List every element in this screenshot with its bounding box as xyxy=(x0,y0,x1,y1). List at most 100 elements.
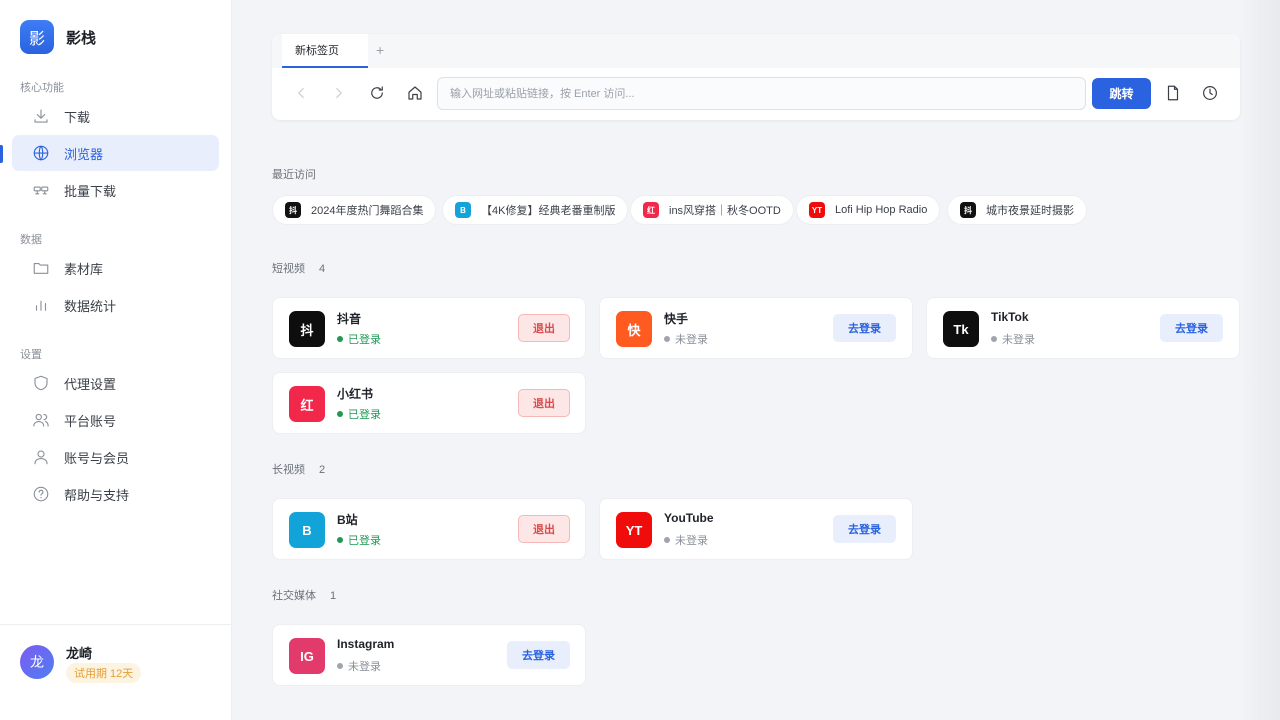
sidebar-item-proxy[interactable]: 代理设置 xyxy=(12,365,219,401)
download-icon xyxy=(34,109,48,123)
douyin-icon: 抖 xyxy=(960,202,976,218)
login-button[interactable]: 去登录 xyxy=(833,314,896,342)
sidebar-item-help[interactable]: 帮助与支持 xyxy=(12,476,219,512)
chevron-right-icon xyxy=(336,87,342,99)
sidebar-item-download[interactable]: 下载 xyxy=(12,98,219,134)
login-status-text: 未登录 xyxy=(348,661,381,673)
page-button[interactable] xyxy=(1162,82,1184,104)
brand[interactable]: 影 影栈 xyxy=(20,20,96,54)
active-indicator xyxy=(0,145,3,163)
recent-item[interactable]: 抖 2024年度热门舞蹈合集 xyxy=(272,195,437,225)
sidebar-item-label: 代理设置 xyxy=(64,376,117,392)
main-content: 新标签页 + 跳转 最近访问 抖 2024年度热门舞蹈合集 B 【4K修复】经典… xyxy=(232,0,1280,720)
group-title-short-video: 短视频 4 xyxy=(272,260,325,276)
tab-new-tab[interactable]: 新标签页 xyxy=(282,34,368,68)
logout-button[interactable]: 退出 xyxy=(518,389,570,417)
instagram-logo-icon: IG xyxy=(289,638,325,674)
url-input[interactable] xyxy=(437,77,1086,110)
folder-icon xyxy=(33,262,49,274)
go-button[interactable]: 跳转 xyxy=(1092,78,1151,109)
sidebar-item-batch-download[interactable]: 批量下载 xyxy=(12,172,219,208)
brand-logo: 影 xyxy=(20,20,54,54)
platform-card-bilibili: B B站 已登录 退出 xyxy=(272,498,586,560)
help-icon xyxy=(33,486,49,502)
platform-card-kuaishou: 快 快手 未登录 去登录 xyxy=(599,297,913,359)
bilibili-icon: B xyxy=(455,202,471,218)
avatar[interactable]: 龙 xyxy=(20,645,54,679)
logout-button[interactable]: 退出 xyxy=(518,515,570,543)
sidebar-item-label: 批量下载 xyxy=(64,183,117,199)
douyin-logo-icon: 抖 xyxy=(289,311,325,347)
recent-title: 最近访问 xyxy=(272,169,316,181)
recent-item-label: Lofi Hip Hop Radio xyxy=(835,204,928,216)
sidebar-item-library[interactable]: 素材库 xyxy=(12,250,219,286)
sidebar-item-account-membership[interactable]: 账号与会员 xyxy=(12,439,219,475)
section-title-core: 核心功能 xyxy=(20,82,64,94)
recent-item[interactable]: YT Lofi Hip Hop Radio xyxy=(796,195,941,225)
platform-name: 抖音 xyxy=(337,312,362,326)
status-dot xyxy=(991,336,997,342)
login-status: 已登录 xyxy=(337,406,381,422)
recent-item-label: 城市夜景延时摄影 xyxy=(986,205,1074,217)
login-status-text: 未登录 xyxy=(1002,334,1035,346)
group-count: 2 xyxy=(319,464,326,476)
login-status-text: 未登录 xyxy=(675,334,708,346)
sidebar-item-stats[interactable]: 数据统计 xyxy=(12,287,219,323)
recent-item[interactable]: 红 ins风穿搭｜秋冬OOTD xyxy=(630,195,794,225)
sidebar-item-label: 下载 xyxy=(64,109,91,125)
platform-card-xiaohongshu: 红 小红书 已登录 退出 xyxy=(272,372,586,434)
login-button[interactable]: 去登录 xyxy=(1160,314,1223,342)
login-status-text: 未登录 xyxy=(675,535,708,547)
clock-icon xyxy=(1203,86,1217,100)
user-name: 龙崎 xyxy=(66,646,93,661)
sidebar-item-label: 账号与会员 xyxy=(64,450,130,466)
history-button[interactable] xyxy=(1199,82,1221,104)
login-button[interactable]: 去登录 xyxy=(507,641,570,669)
bar-chart-icon xyxy=(35,300,47,311)
browser-panel: 新标签页 + 跳转 xyxy=(272,34,1240,120)
recent-item-label: 【4K修复】经典老番重制版 xyxy=(481,205,616,217)
recent-item-label: ins风穿搭｜秋冬OOTD xyxy=(669,205,781,217)
status-dot xyxy=(337,336,343,342)
document-icon xyxy=(1167,85,1179,101)
add-tab-button[interactable]: + xyxy=(376,42,384,58)
group-title-label: 社交媒体 xyxy=(272,590,316,602)
group-count: 1 xyxy=(330,590,337,602)
platform-card-tiktok: Tk TikTok 未登录 去登录 xyxy=(926,297,1240,359)
platform-name: 快手 xyxy=(664,312,689,326)
logout-button[interactable]: 退出 xyxy=(518,314,570,342)
brand-name: 影栈 xyxy=(66,29,97,47)
status-dot xyxy=(337,411,343,417)
user-panel[interactable]: 龙 龙崎 试用期 12天 xyxy=(0,624,231,720)
home-button[interactable] xyxy=(404,82,426,104)
group-title-social: 社交媒体 1 xyxy=(272,587,336,603)
sidebar-item-browser[interactable]: 浏览器 xyxy=(12,135,219,171)
forward-button[interactable] xyxy=(328,82,350,104)
tab-bar: 新标签页 + xyxy=(272,34,1240,68)
login-status-text: 已登录 xyxy=(348,535,381,547)
platform-name: Instagram xyxy=(337,637,395,651)
platform-card-douyin: 抖 抖音 已登录 退出 xyxy=(272,297,586,359)
login-status: 已登录 xyxy=(337,331,381,347)
login-button[interactable]: 去登录 xyxy=(833,515,896,543)
sidebar-item-label: 数据统计 xyxy=(64,298,117,314)
login-status-text: 已登录 xyxy=(348,334,381,346)
chevron-left-icon xyxy=(298,87,304,99)
xiaohongshu-logo-icon: 红 xyxy=(289,386,325,422)
sidebar: 影 影栈 核心功能 下载 浏览器 批量下载 数据 素材库 数据统计 设置 代理设… xyxy=(0,0,232,720)
xiaohongshu-icon: 红 xyxy=(643,202,659,218)
recent-item[interactable]: 抖 城市夜景延时摄影 xyxy=(947,195,1087,225)
section-title-settings: 设置 xyxy=(20,349,42,361)
youtube-icon: YT xyxy=(809,202,825,218)
section-title-data: 数据 xyxy=(20,234,42,246)
sidebar-item-label: 素材库 xyxy=(64,261,104,277)
recent-item[interactable]: B 【4K修复】经典老番重制版 xyxy=(442,195,629,225)
tiktok-logo-icon: Tk xyxy=(943,311,979,347)
home-icon xyxy=(408,86,422,100)
sidebar-item-platform-accounts[interactable]: 平台账号 xyxy=(12,402,219,438)
status-dot xyxy=(664,336,670,342)
douyin-icon: 抖 xyxy=(285,202,301,218)
user-icon xyxy=(34,450,48,465)
back-button[interactable] xyxy=(290,82,312,104)
reload-button[interactable] xyxy=(366,82,388,104)
